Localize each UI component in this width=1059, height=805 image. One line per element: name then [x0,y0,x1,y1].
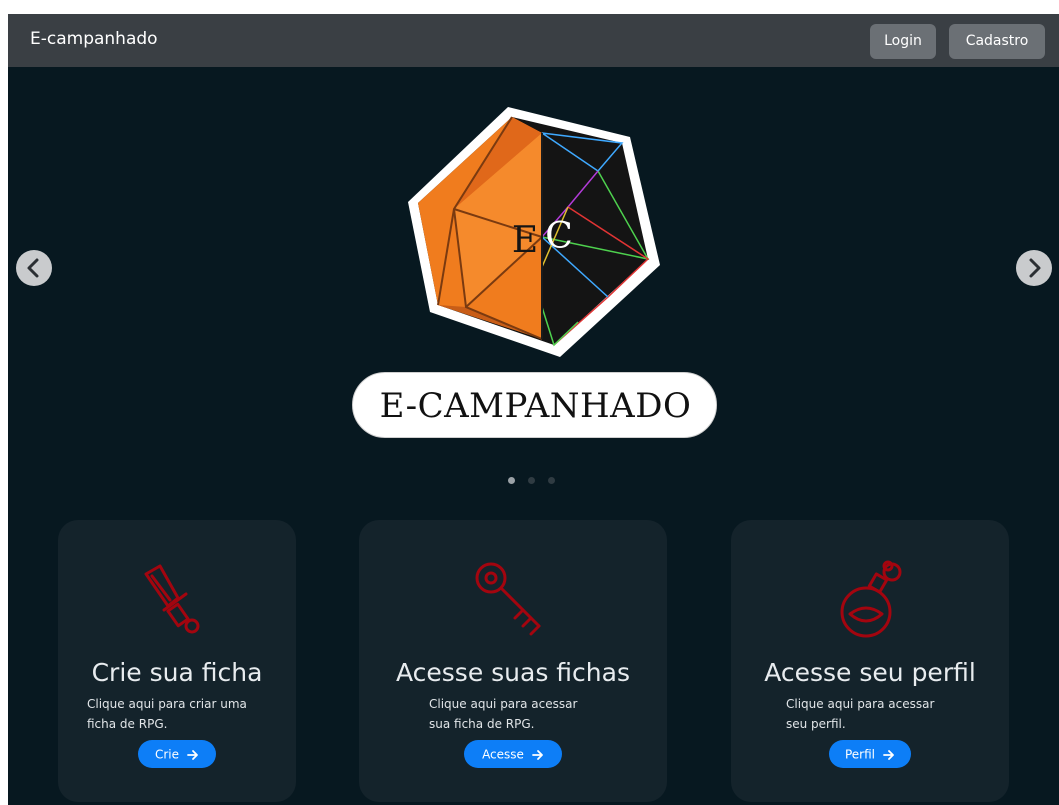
card-access-sheets: Acesse suas fichas Clique aqui para aces… [359,520,667,802]
key-icon [475,562,541,636]
app-window: E-campanhado Login Cadastro E C E-CAMPAN… [8,14,1059,805]
d20-dice-logo: E C [408,107,660,357]
card-description: Clique aqui para criar uma ficha de RPG. [87,694,247,734]
card-description-line: Clique aqui para criar uma [87,697,247,711]
carousel-indicator[interactable] [508,477,515,484]
create-button[interactable]: Crie [138,740,216,768]
brand-link[interactable]: E-campanhado [30,29,158,49]
card-title: Acesse seu perfil [764,658,976,687]
card-description-line: ficha de RPG. [87,717,168,731]
carousel-next-button[interactable] [1016,250,1052,286]
card-description-line: Clique aqui para acessar [786,697,935,711]
logo-initial-e: E [512,220,538,261]
card-description-line: seu perfil. [786,717,846,731]
access-button[interactable]: Acesse [464,740,562,768]
card-description-line: sua ficha de RPG. [429,717,535,731]
carousel-prev-button[interactable] [16,250,52,286]
carousel-indicators [506,477,566,487]
arrow-right-icon [883,749,894,760]
card-create-sheet: Crie sua ficha Clique aqui para criar um… [58,520,296,802]
logo-text: E-CAMPANHADO [379,386,692,426]
chevron-right-icon [1029,258,1041,278]
navbar: E-campanhado Login Cadastro [8,14,1059,67]
arrow-right-icon [187,749,198,760]
profile-button[interactable]: Perfil [829,740,911,768]
card-description-line: Clique aqui para acessar [429,697,578,711]
logo-banner: E-CAMPANHADO [352,372,717,438]
logo-initial-c: C [545,216,573,257]
arrow-right-icon [532,749,543,760]
create-button-label: Crie [154,747,180,762]
profile-button-label: Perfil [844,747,876,762]
card-access-profile: Acesse seu perfil Clique aqui para acess… [731,520,1009,802]
hero-carousel: E C E-CAMPANHADO [8,67,1059,497]
login-button[interactable]: Login [870,24,936,59]
access-button-label: Acesse [482,747,524,762]
carousel-indicator[interactable] [548,477,555,484]
register-button[interactable]: Cadastro [949,24,1045,59]
chevron-left-icon [27,258,39,278]
card-description: Clique aqui para acessar seu perfil. [786,694,934,734]
card-title: Crie sua ficha [91,658,263,687]
card-description: Clique aqui para acessar sua ficha de RP… [429,694,577,734]
potion-icon [840,560,902,638]
carousel-indicator[interactable] [528,477,535,484]
card-title: Acesse suas fichas [395,658,630,687]
sword-icon [144,564,200,634]
